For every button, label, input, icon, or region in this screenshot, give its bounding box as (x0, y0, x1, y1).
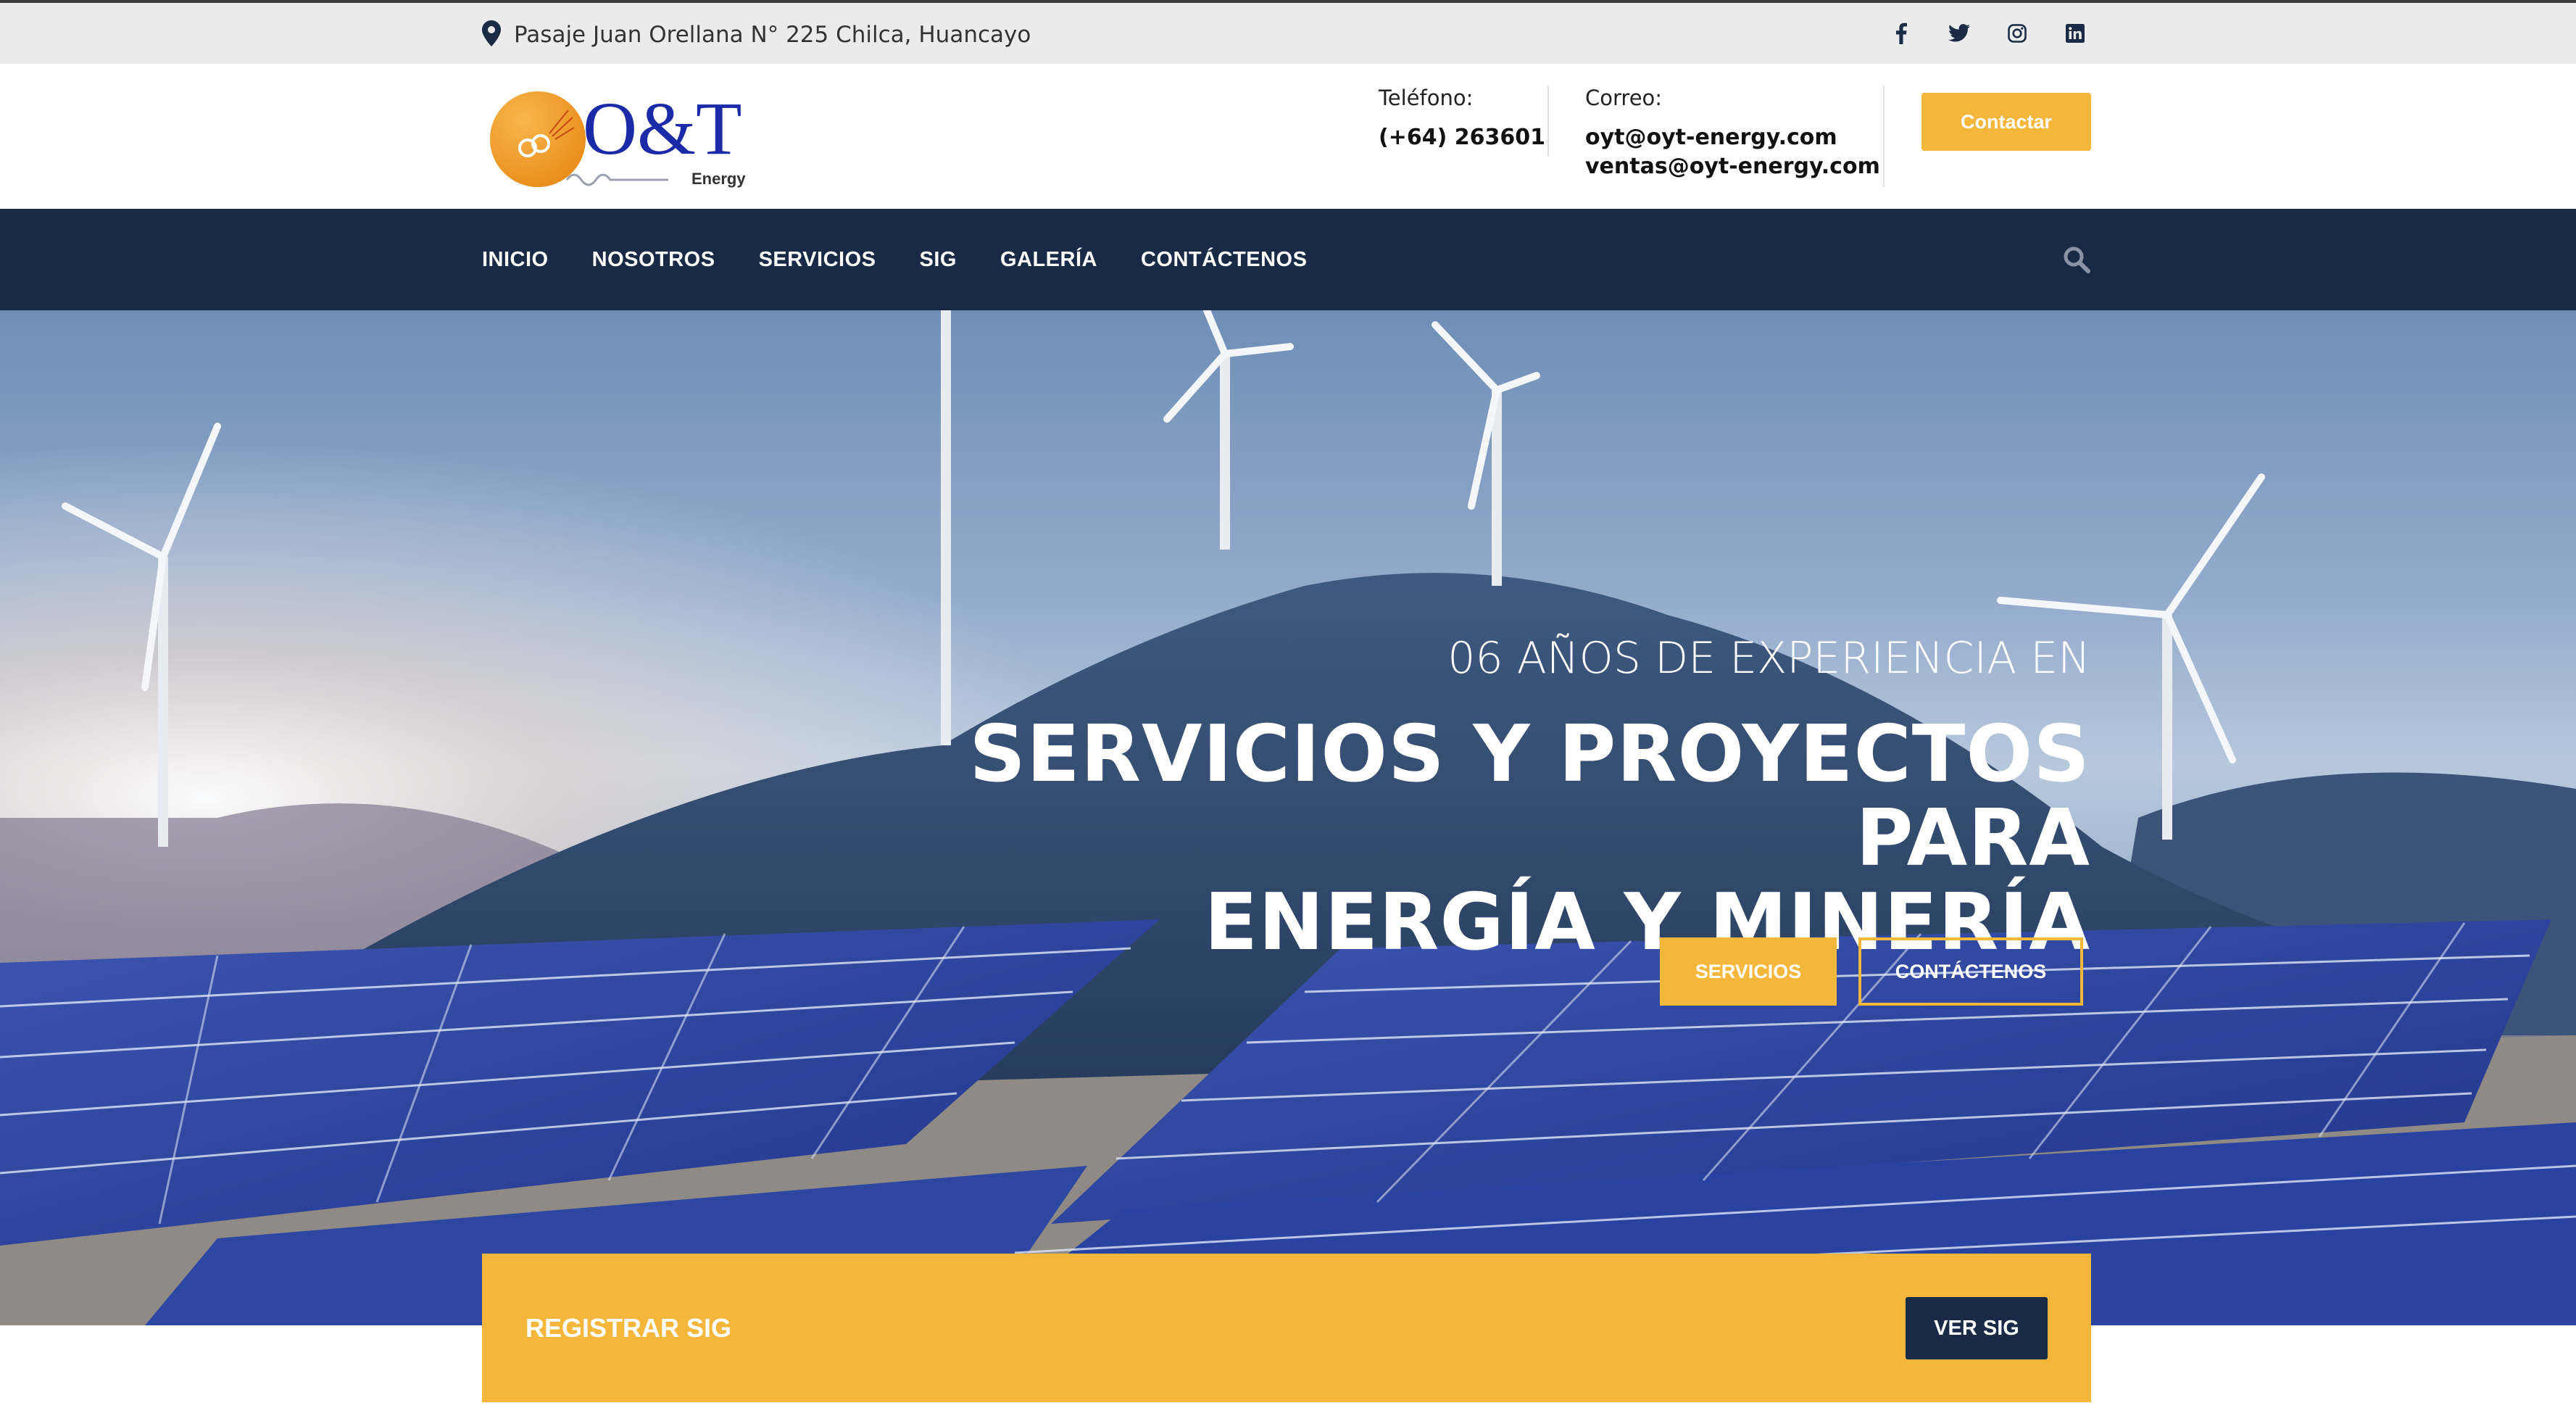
linkedin-icon[interactable] (2064, 20, 2086, 46)
nav-item-servicios[interactable]: SERVICIOS (759, 248, 876, 272)
services-button[interactable]: SERVICIOS (1660, 937, 1837, 1006)
email-sales[interactable]: ventas@oyt-energy.com (1585, 152, 1880, 181)
facebook-icon[interactable] (1890, 20, 1912, 46)
nav-item-inicio[interactable]: INICIO (482, 248, 549, 272)
address-text: Pasaje Juan Orellana N° 225 Chilca, Huan… (514, 22, 1031, 48)
hero-headline-line-1: SERVICIOS Y PROYECTOS PARA (969, 709, 2090, 884)
nav-item-galeria[interactable]: GALERÍA (1000, 248, 1097, 272)
twitter-icon[interactable] (1948, 20, 1970, 46)
email-block: Correo: oyt@oyt-energy.com ventas@oyt-en… (1585, 86, 1880, 181)
contact-button[interactable]: Contactar (1921, 93, 2091, 151)
hero-banner: 06 AÑOS DE EXPERIENCIA EN SERVICIOS Y PR… (0, 310, 2576, 1325)
company-logo[interactable]: O&T Energy (487, 87, 748, 190)
nav-item-contactenos[interactable]: CONTÁCTENOS (1141, 248, 1307, 272)
search-icon[interactable] (2062, 245, 2091, 274)
logo-wordmark: O&T (583, 88, 742, 170)
logo-subtext: Energy (691, 170, 746, 188)
main-nav: INICIO NOSOTROS SERVICIOS SIG GALERÍA CO… (0, 209, 2576, 310)
nav-menu: INICIO NOSOTROS SERVICIOS SIG GALERÍA CO… (482, 209, 1350, 310)
view-sig-button[interactable]: VER SIG (1906, 1297, 2048, 1359)
phone-block: Teléfono: (+64) 263601 (1379, 86, 1545, 152)
social-links (1890, 20, 2086, 46)
nav-item-sig[interactable]: SIG (920, 248, 957, 272)
instagram-icon[interactable] (2006, 20, 2028, 46)
email-label: Correo: (1585, 86, 1663, 110)
top-bar: Pasaje Juan Orellana N° 225 Chilca, Huan… (0, 0, 2576, 64)
nav-item-nosotros[interactable]: NOSOTROS (592, 248, 715, 272)
phone-label: Teléfono: (1379, 86, 1474, 110)
address: Pasaje Juan Orellana N° 225 Chilca, Huan… (482, 19, 1031, 51)
sig-title: REGISTRAR SIG (525, 1312, 732, 1343)
site-header: O&T Energy Teléfono: (+64) 263601 Correo… (0, 64, 2576, 209)
phone-value[interactable]: (+64) 263601 (1379, 123, 1545, 152)
map-pin-icon (482, 20, 501, 50)
email-primary[interactable]: oyt@oyt-energy.com (1585, 123, 1880, 152)
hero-subtitle: 06 AÑOS DE EXPERIENCIA EN (1447, 633, 2090, 684)
sig-register-bar: REGISTRAR SIG VER SIG (482, 1254, 2091, 1402)
divider (1883, 86, 1885, 187)
divider (1547, 86, 1549, 157)
hero-headline: SERVICIOS Y PROYECTOS PARA ENERGÍA Y MIN… (713, 713, 2090, 965)
contact-us-button[interactable]: CONTÁCTENOS (1858, 937, 2083, 1006)
